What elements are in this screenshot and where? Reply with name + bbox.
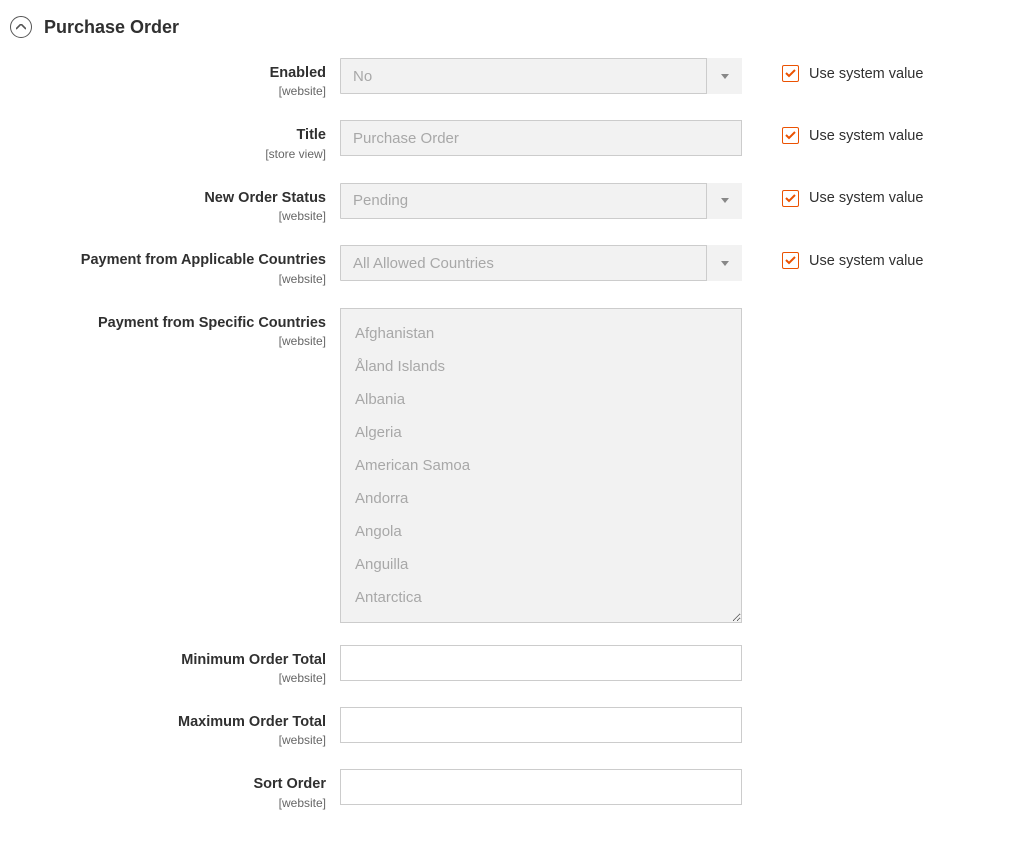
row-new-order-status: New Order Status [website] Pending Use s… [10,183,1024,223]
use-system-label: Use system value [809,253,923,269]
row-sort-order: Sort Order [website] [10,769,1024,809]
country-option[interactable]: Antigua and Barbuda [341,614,741,623]
sort-order-input[interactable] [340,769,742,805]
country-option[interactable]: Albania [341,383,741,416]
use-system-label: Use system value [809,190,923,206]
new-order-status-use-system-checkbox[interactable] [782,190,799,207]
chevron-down-icon [706,58,742,94]
section-title: Purchase Order [44,17,179,38]
row-title: Title [store view] Use system value [10,120,1024,160]
label-enabled: Enabled [website] [10,58,340,98]
row-max-total: Maximum Order Total [website] [10,707,1024,747]
row-applicable-countries: Payment from Applicable Countries [websi… [10,245,1024,285]
chevron-down-icon [706,245,742,281]
collapse-icon[interactable] [10,16,32,38]
enabled-use-system-checkbox[interactable] [782,65,799,82]
label-specific-countries: Payment from Specific Countries [website… [10,308,340,348]
applicable-countries-use-system-checkbox[interactable] [782,252,799,269]
use-system-label: Use system value [809,128,923,144]
label-max-total: Maximum Order Total [website] [10,707,340,747]
max-total-input[interactable] [340,707,742,743]
enabled-select[interactable]: No [340,58,742,94]
use-system-label: Use system value [809,66,923,82]
label-min-total: Minimum Order Total [website] [10,645,340,685]
row-specific-countries: Payment from Specific Countries [website… [10,308,1024,623]
label-title: Title [store view] [10,120,340,160]
applicable-countries-select[interactable]: All Allowed Countries [340,245,742,281]
label-sort-order: Sort Order [website] [10,769,340,809]
title-use-system-checkbox[interactable] [782,127,799,144]
section-header[interactable]: Purchase Order [10,10,1024,58]
country-option[interactable]: American Samoa [341,449,741,482]
country-option[interactable]: Anguilla [341,548,741,581]
country-option[interactable]: Andorra [341,482,741,515]
min-total-input[interactable] [340,645,742,681]
country-option[interactable]: Afghanistan [341,317,741,350]
specific-countries-multiselect[interactable]: AfghanistanÅland IslandsAlbaniaAlgeriaAm… [340,308,742,623]
new-order-status-select[interactable]: Pending [340,183,742,219]
country-option[interactable]: Åland Islands [341,350,741,383]
label-new-order-status: New Order Status [website] [10,183,340,223]
row-min-total: Minimum Order Total [website] [10,645,1024,685]
row-enabled: Enabled [website] No Use system value [10,58,1024,98]
chevron-down-icon [706,183,742,219]
purchase-order-section: Purchase Order Enabled [website] No Use … [0,0,1024,826]
label-applicable-countries: Payment from Applicable Countries [websi… [10,245,340,285]
title-input[interactable] [340,120,742,156]
country-option[interactable]: Antarctica [341,581,741,614]
country-option[interactable]: Angola [341,515,741,548]
country-option[interactable]: Algeria [341,416,741,449]
